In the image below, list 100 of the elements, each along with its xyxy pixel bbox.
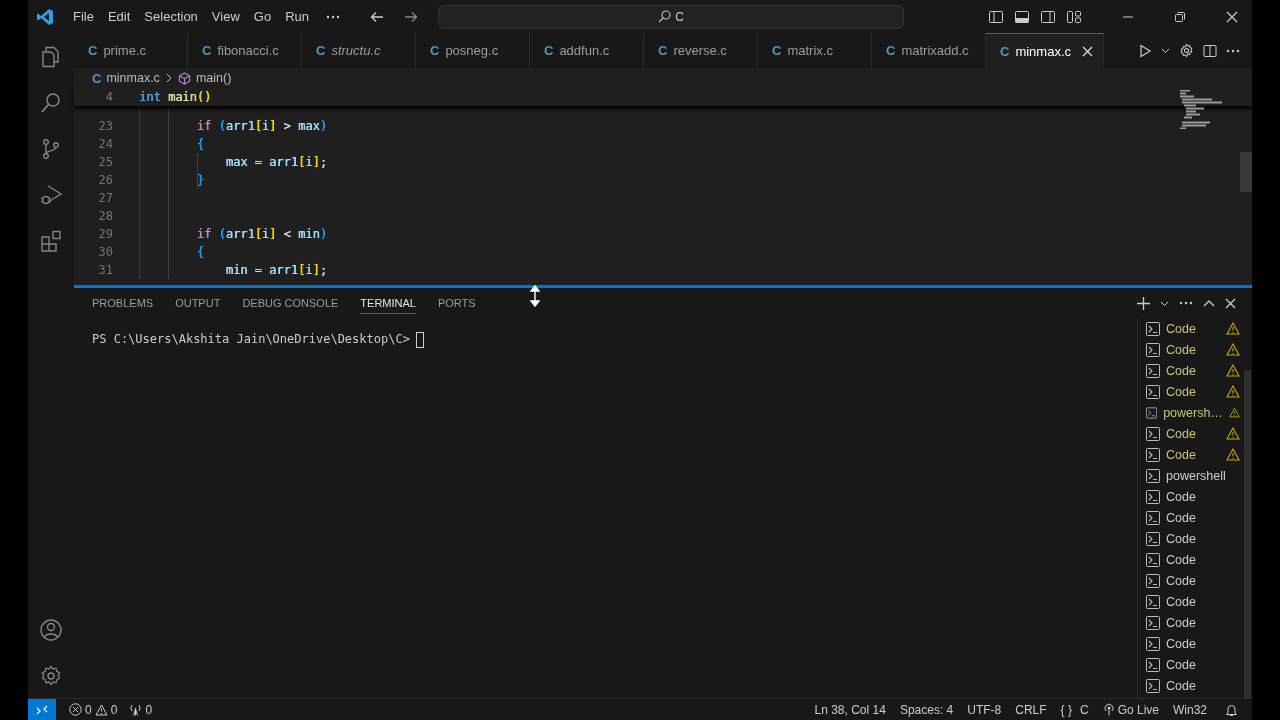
- c-file-icon: C: [772, 43, 782, 58]
- editor-tab[interactable]: C structu.c: [302, 33, 416, 68]
- split-editor-icon[interactable]: [1203, 43, 1217, 58]
- terminal-list-item[interactable]: Code: [1166, 384, 1196, 399]
- terminal-list-item[interactable]: Code: [1166, 510, 1196, 525]
- scrollbar-thumb[interactable]: [1240, 152, 1252, 192]
- toggle-secondary-sidebar-icon[interactable]: [1040, 8, 1056, 25]
- menu-item[interactable]: Run: [278, 9, 316, 24]
- editor-tab[interactable]: C posneg.c: [416, 33, 530, 68]
- terminal-list-item[interactable]: powershell: [1166, 468, 1226, 483]
- panel-tab[interactable]: TERMINAL: [360, 292, 416, 314]
- more-icon[interactable]: [1179, 301, 1193, 305]
- status-item[interactable]: Spaces: 4: [899, 702, 954, 717]
- ports-count[interactable]: 0: [145, 702, 153, 717]
- menu-item[interactable]: View: [204, 9, 247, 24]
- scrollbar-track[interactable]: [1244, 370, 1251, 698]
- terminal-list-item[interactable]: Code: [1166, 447, 1196, 462]
- terminal-list-item[interactable]: Code: [1166, 594, 1196, 609]
- extensions-icon[interactable]: [39, 229, 63, 253]
- code-line: min = arr1[i];: [224, 263, 327, 277]
- toggle-panel-icon[interactable]: [1014, 8, 1030, 25]
- language-braces[interactable]: { }: [1060, 702, 1072, 717]
- error-count[interactable]: 0: [85, 702, 92, 717]
- language-mode[interactable]: C: [1079, 702, 1089, 717]
- status-item[interactable]: CRLF: [1015, 702, 1047, 717]
- toggle-sidebar-icon[interactable]: [988, 8, 1004, 25]
- code-line: {: [195, 245, 205, 259]
- panel-tab[interactable]: OUTPUT: [175, 292, 221, 314]
- terminal-list-item[interactable]: Code: [1166, 426, 1196, 441]
- breadcrumb-item[interactable]: minmax.c: [106, 71, 160, 85]
- forward-arrow-icon[interactable]: [404, 10, 418, 23]
- c-file-icon: C: [658, 43, 668, 58]
- editor-tab[interactable]: C minmax.c: [986, 33, 1104, 68]
- restore-icon[interactable]: [1174, 10, 1186, 23]
- search-icon[interactable]: [39, 91, 63, 115]
- plus-icon[interactable]: [1137, 296, 1150, 310]
- close-icon[interactable]: [1082, 45, 1093, 57]
- more-icon[interactable]: [326, 14, 340, 19]
- panel-tab[interactable]: DEBUG CONSOLE: [242, 292, 339, 314]
- platform-item[interactable]: Win32: [1173, 702, 1207, 717]
- terminal-list-item[interactable]: Code: [1166, 363, 1196, 378]
- gear-icon[interactable]: [1179, 43, 1194, 58]
- code-line: if (arr1[i] < min): [195, 227, 327, 241]
- account-icon[interactable]: [39, 618, 63, 642]
- minimap-drawing: [1180, 90, 1222, 129]
- editor-tab[interactable]: C prime.c: [74, 33, 188, 68]
- code-line: int main(): [139, 90, 212, 104]
- close-icon[interactable]: [1226, 10, 1238, 23]
- terminal-list-item[interactable]: Code: [1166, 636, 1196, 651]
- panel-tab[interactable]: PORTS: [437, 292, 476, 314]
- broadcast-icon: [1102, 703, 1115, 716]
- terminal-list-item[interactable]: Code: [1166, 657, 1196, 672]
- terminal-icon: [1146, 363, 1160, 378]
- run-debug-icon[interactable]: [39, 183, 63, 207]
- layout-icon[interactable]: [1066, 8, 1082, 25]
- terminal-icon: [1146, 447, 1160, 462]
- c-file-icon: C: [202, 43, 212, 58]
- editor-tab[interactable]: C fibonacci.c: [188, 33, 302, 68]
- status-item[interactable]: Ln 38, Col 14: [814, 702, 886, 717]
- settings-icon[interactable]: [39, 664, 63, 688]
- terminal-list-item[interactable]: Code: [1166, 552, 1196, 567]
- menu-item[interactable]: File: [66, 9, 101, 24]
- status-item[interactable]: UTF-8: [967, 702, 1002, 717]
- remote-button[interactable]: [28, 699, 56, 720]
- c-file-icon: C: [544, 43, 554, 58]
- editor-tab[interactable]: C reverse.c: [644, 33, 758, 68]
- editor-tab[interactable]: C addfun.c: [530, 33, 644, 68]
- menu-item[interactable]: Selection: [137, 9, 205, 24]
- menu-item[interactable]: Edit: [100, 9, 138, 24]
- terminal-list-item[interactable]: Code: [1166, 531, 1196, 546]
- terminal-list-item[interactable]: Code: [1166, 342, 1196, 357]
- line-number: 26: [97, 173, 113, 187]
- panel-tab[interactable]: PROBLEMS: [92, 292, 154, 314]
- close-icon[interactable]: [1225, 297, 1236, 309]
- back-arrow-icon[interactable]: [370, 10, 384, 23]
- terminal-list-item[interactable]: Code: [1166, 615, 1196, 630]
- terminal-icon: [1146, 678, 1160, 693]
- terminal-list-item[interactable]: Code: [1166, 573, 1196, 588]
- bell-icon[interactable]: [1225, 702, 1238, 717]
- search-field[interactable]: C: [438, 4, 904, 29]
- warning-icon: [1226, 385, 1240, 398]
- terminal-list-item[interactable]: Code: [1166, 678, 1196, 693]
- code-line: {: [195, 137, 205, 151]
- terminal-list-item[interactable]: Code: [1166, 489, 1196, 504]
- terminal-list-item[interactable]: powersh…: [1163, 405, 1223, 420]
- menu-item[interactable]: Go: [246, 9, 279, 24]
- warning-count[interactable]: 0: [110, 702, 118, 717]
- line-number: 24: [97, 137, 113, 151]
- terminal-list-item[interactable]: Code: [1166, 321, 1196, 336]
- more-icon[interactable]: [1226, 48, 1240, 53]
- editor-tab[interactable]: C matrix.c: [758, 33, 872, 68]
- breadcrumb-item[interactable]: main(): [195, 71, 232, 85]
- go-live-button[interactable]: Go Live: [1117, 702, 1159, 717]
- chevron-down-icon[interactable]: [1161, 46, 1170, 55]
- line-number: 25: [97, 155, 113, 169]
- terminal-icon: [1146, 615, 1160, 630]
- chevron-up-icon[interactable]: [1203, 299, 1215, 307]
- run-icon[interactable]: [1138, 43, 1152, 58]
- warning-icon: [1226, 364, 1240, 377]
- antenna-icon: [129, 703, 143, 716]
